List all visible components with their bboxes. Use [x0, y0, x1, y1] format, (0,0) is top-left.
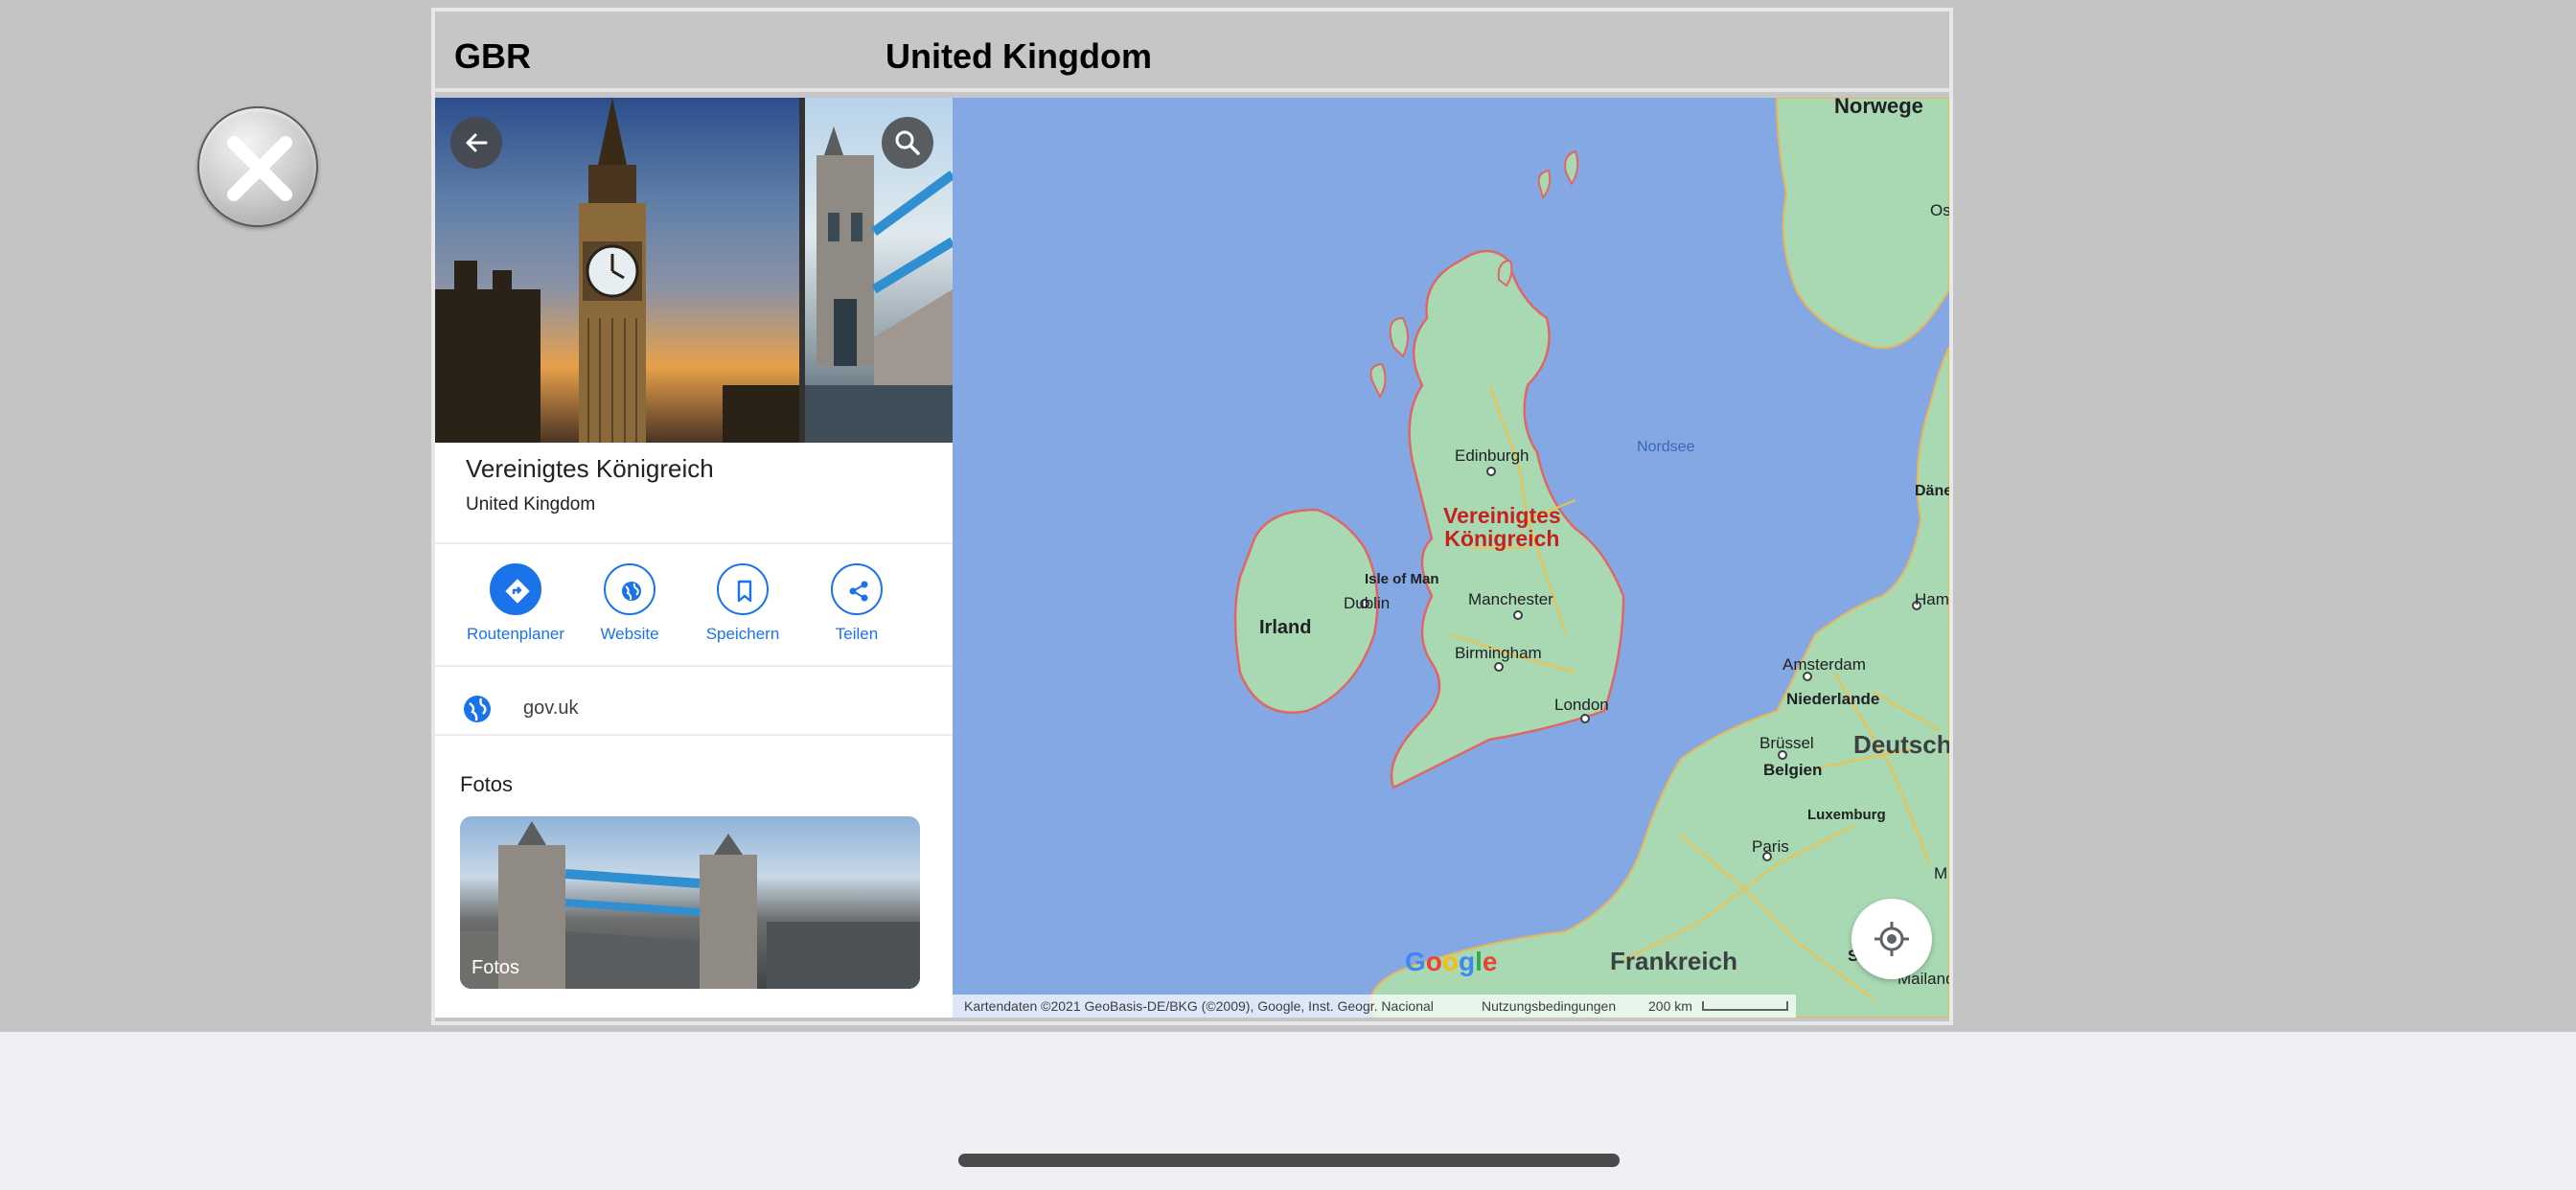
label-edinburgh: Edinburgh — [1455, 446, 1530, 465]
label-paris: Paris — [1752, 837, 1789, 856]
header-bar: GBR United Kingdom — [435, 11, 1949, 92]
divider — [435, 542, 953, 544]
maps-webview: Vereinigtes Königreich United Kingdom Ro… — [435, 98, 1949, 1018]
label-manchester: Manchester — [1468, 590, 1553, 608]
google-logo: Google — [1405, 947, 1498, 976]
website-button[interactable]: Website — [572, 563, 687, 644]
label-bruessel: Brüssel — [1760, 734, 1814, 752]
website-row[interactable]: gov.uk — [435, 675, 953, 742]
label-birmingham: Birmingham — [1455, 644, 1542, 662]
label-amsterdam: Amsterdam — [1782, 655, 1866, 674]
divider — [435, 665, 953, 667]
routenplaner-label: Routenplaner — [466, 625, 565, 643]
back-button[interactable] — [450, 117, 502, 169]
my-location-button[interactable] — [1852, 899, 1932, 979]
country-title: United Kingdom — [886, 36, 1152, 76]
label-niederlande: Niederlande — [1786, 690, 1880, 708]
country-code: GBR — [454, 36, 531, 76]
photos-card-label: Fotos — [472, 957, 520, 978]
divider — [435, 734, 953, 736]
close-icon — [227, 136, 292, 201]
photos-card[interactable]: Fotos — [460, 816, 920, 989]
label-hamburg: Hamburg — [1915, 590, 1949, 608]
label-uk-line-1: Vereinigtes — [1443, 503, 1561, 528]
place-panel: Vereinigtes Königreich United Kingdom Ro… — [435, 98, 953, 1018]
country-window: GBR United Kingdom Vereinigtes Königreic… — [431, 8, 1953, 1025]
map-footer: Kartendaten ©2021 GeoBasis-DE/BKG (©2009… — [953, 995, 1796, 1018]
home-indicator[interactable] — [958, 1154, 1620, 1167]
my-location-icon — [1874, 922, 1909, 956]
speichern-label: Speichern — [705, 625, 780, 643]
photo-carousel[interactable] — [435, 98, 953, 443]
label-belgien: Belgien — [1763, 761, 1823, 779]
label-daenemark: Dänema — [1915, 483, 1949, 499]
arrow-left-icon — [466, 133, 488, 152]
label-frankreich: Frankreich — [1610, 947, 1737, 975]
label-m: M — [1934, 864, 1948, 882]
globe-icon — [604, 563, 656, 615]
globe-icon — [464, 696, 491, 722]
map-attribution: Kartendaten ©2021 GeoBasis-DE/BKG (©2009… — [964, 998, 1434, 1014]
website-url: gov.uk — [523, 698, 579, 719]
website-label: Website — [600, 625, 659, 643]
label-vereinigtes-koenigreich: Vereinigtes Königreich — [1443, 504, 1561, 550]
label-london: London — [1554, 696, 1609, 714]
label-nordsee: Nordsee — [1637, 439, 1695, 455]
close-button[interactable] — [197, 106, 318, 227]
place-name: Vereinigtes Königreich — [466, 454, 714, 483]
label-uk-line-2: Königreich — [1444, 526, 1560, 551]
terms-link[interactable]: Nutzungsbedingungen — [1482, 998, 1616, 1014]
label-norwegen: Norwege — [1834, 98, 1923, 118]
search-button[interactable] — [882, 117, 933, 169]
map-scale: 200 km — [1648, 998, 1692, 1014]
teilen-label: Teilen — [835, 625, 879, 643]
search-icon — [895, 130, 920, 155]
label-irland: Irland — [1259, 617, 1312, 638]
tower-bridge-photo — [460, 821, 920, 989]
scale-bar-icon — [1702, 1001, 1788, 1011]
routenplaner-button[interactable]: Routenplaner — [458, 563, 573, 644]
photos-heading: Fotos — [460, 772, 514, 796]
label-isle-of-man: Isle of Man — [1365, 571, 1439, 587]
speichern-button[interactable]: Speichern — [685, 563, 800, 644]
place-subtitle: United Kingdom — [466, 494, 596, 515]
teilen-button[interactable]: Teilen — [799, 563, 914, 644]
label-oslo: Os — [1930, 201, 1949, 219]
label-luxemburg: Luxemburg — [1807, 807, 1886, 823]
bookmark-icon — [717, 563, 769, 615]
directions-icon — [490, 563, 541, 615]
share-icon — [831, 563, 883, 615]
map-canvas — [1233, 98, 1949, 1018]
label-dublin: Dublin — [1344, 594, 1391, 612]
map-view[interactable]: Norwege Os Edinburgh Nordsee Dänema Vere… — [953, 98, 1949, 1018]
label-deutschland: Deutschl — [1853, 730, 1949, 759]
